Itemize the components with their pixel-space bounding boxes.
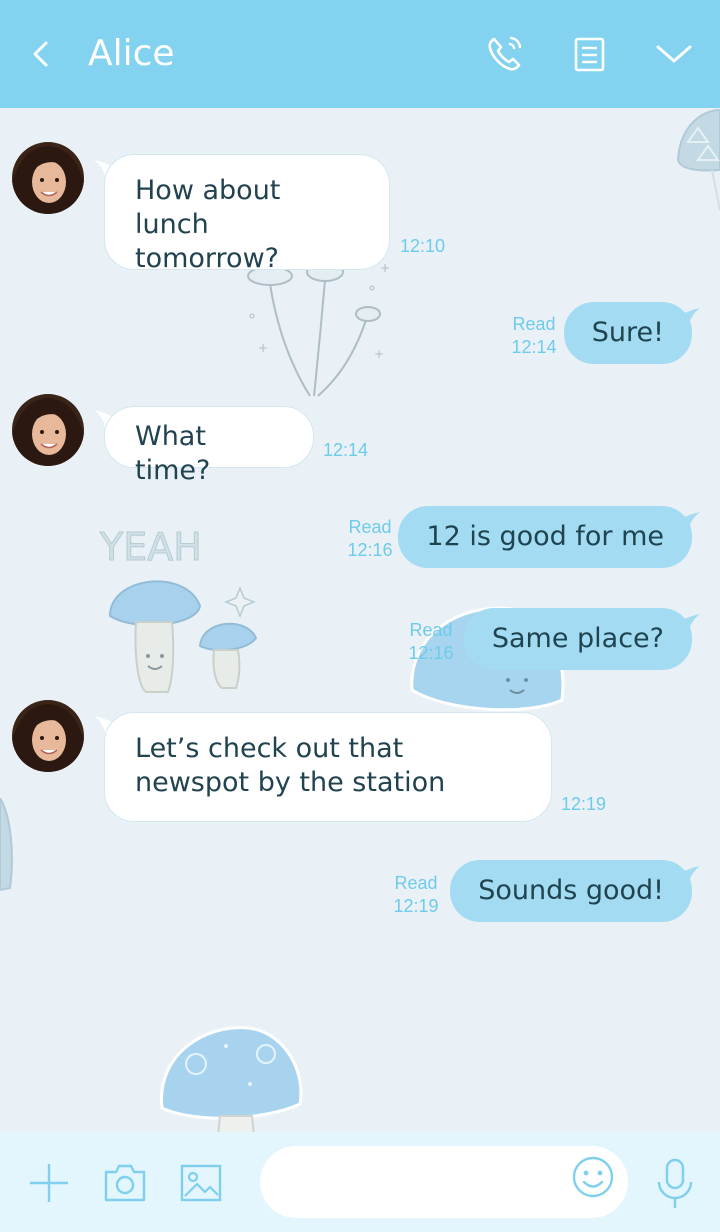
microphone-icon [657, 1158, 693, 1208]
message-time: 12:14 [323, 440, 369, 460]
mushroom-decoration-icon [676, 108, 720, 211]
mushroom-sketch-icon: + + + [247, 261, 390, 397]
message-meta: Read 12:16 [342, 516, 398, 562]
message-bubble-outgoing[interactable]: Same place? [463, 608, 692, 670]
message-time: 12:19 [561, 794, 607, 814]
plus-icon [30, 1164, 68, 1202]
menu-button[interactable] [648, 30, 700, 78]
notes-icon [574, 37, 605, 72]
message-bubble-incoming[interactable]: How about lunch tomorrow? [104, 154, 390, 274]
svg-text:+: + [374, 347, 384, 361]
sticker-text: YEAH [99, 525, 202, 569]
chat-header: Alice [0, 0, 720, 108]
read-status: Read [409, 620, 453, 640]
mushroom-decoration-icon [0, 798, 13, 892]
message-time: 12:16 [408, 643, 454, 663]
camera-button[interactable] [102, 1160, 148, 1206]
read-status: Read [394, 873, 438, 893]
camera-icon [104, 1164, 146, 1202]
read-status: Read [348, 517, 392, 537]
message-bubble-incoming[interactable]: What time? [104, 406, 314, 486]
svg-text:+: + [258, 341, 268, 355]
phone-icon [488, 36, 522, 71]
chevron-down-icon [656, 45, 692, 63]
message-meta: Read 12:14 [506, 313, 562, 359]
notes-button[interactable] [564, 30, 616, 78]
avatar-photo-icon [12, 142, 84, 214]
message-time: 12:16 [347, 540, 393, 560]
message-time: 12:14 [511, 337, 557, 357]
message-bubble-outgoing[interactable]: Sure! [563, 302, 692, 364]
avatar-photo-icon [12, 394, 84, 466]
message-time: 12:10 [400, 236, 446, 256]
message-meta: Read 12:16 [403, 619, 459, 665]
message-bubble-outgoing[interactable]: Sounds good! [450, 860, 692, 922]
message-bubble-incoming[interactable]: Let’s check out that newspot by the stat… [104, 712, 552, 822]
mushroom-decoration-icon [160, 1026, 303, 1132]
input-bar [0, 1132, 720, 1232]
contact-avatar[interactable] [12, 394, 84, 466]
contact-avatar[interactable] [12, 142, 84, 214]
image-icon [180, 1164, 222, 1202]
chat-area[interactable]: + + + YEAH How about lunch tomorrow? 12:… [0, 108, 720, 1132]
message-meta: Read 12:19 [388, 872, 444, 918]
back-button[interactable] [22, 30, 62, 78]
yeah-sticker-icon: YEAH [99, 525, 258, 693]
image-button[interactable] [178, 1160, 224, 1206]
back-chevron-icon [33, 41, 48, 67]
message-bubble-outgoing[interactable]: 12 is good for me [398, 506, 692, 568]
read-status: Read [512, 314, 556, 334]
add-button[interactable] [26, 1160, 72, 1206]
contact-avatar[interactable] [12, 700, 84, 772]
svg-text:+: + [380, 261, 390, 275]
avatar-photo-icon [12, 700, 84, 772]
emoji-button[interactable] [570, 1154, 616, 1200]
emoji-icon [572, 1156, 614, 1198]
call-button[interactable] [480, 30, 532, 78]
contact-name: Alice [88, 33, 175, 74]
message-time: 12:19 [393, 896, 439, 916]
microphone-button[interactable] [654, 1158, 696, 1210]
